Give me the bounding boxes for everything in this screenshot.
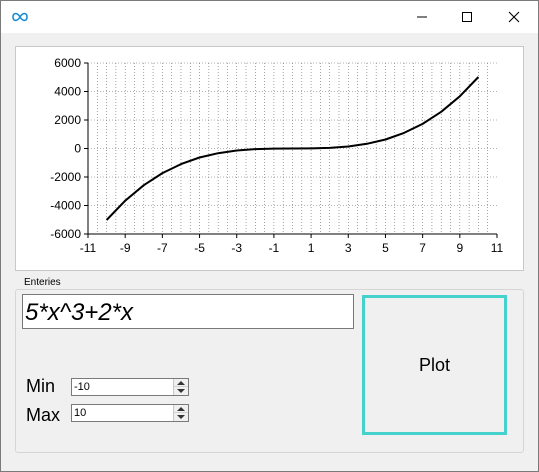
minimize-button[interactable]	[399, 1, 445, 33]
plot-button-label: Plot	[418, 354, 451, 375]
chart-panel: 6000 4000 2000 0 -2000 -4000 -6000 -11 -9 -7 -5 -3-…	[15, 46, 524, 271]
x-tick-label: 1	[308, 241, 315, 255]
minimize-icon	[417, 16, 427, 18]
function-chart: 6000400020000-2000-4000-6000-11 -9 -7 -5 -3-…	[50, 56, 504, 255]
maximize-icon	[462, 12, 472, 22]
max-label: Max	[26, 405, 61, 425]
x-tick-label: -5	[194, 241, 205, 255]
entries-group-label: Enteries	[21, 277, 64, 288]
x-tick-label: -3	[231, 241, 242, 255]
x-tick-label: -1	[269, 241, 280, 255]
y-tick-label: 2000	[54, 113, 81, 127]
close-button[interactable]	[491, 1, 537, 33]
min-up-button[interactable]	[174, 379, 188, 387]
x-tick-label: -7	[157, 241, 168, 255]
min-value[interactable]: -10	[74, 380, 90, 394]
app-window: 6000 4000 2000 0 -2000 -4000 -6000 -11 -9 -7 -5 -3-…	[0, 0, 539, 472]
max-stepper[interactable]: 10	[71, 404, 189, 422]
max-up-button[interactable]	[174, 405, 188, 413]
chevron-up-icon	[177, 381, 185, 385]
min-stepper[interactable]: -10	[71, 378, 189, 396]
y-tick-label: 4000	[54, 85, 81, 99]
y-tick-label: 6000	[54, 56, 81, 70]
formula-input[interactable]: 5*x^3+2*x	[22, 294, 354, 329]
chevron-down-icon	[177, 388, 185, 393]
y-tick-label: -6000	[50, 227, 81, 241]
chevron-up-icon	[177, 407, 185, 411]
min-label: Min	[26, 376, 56, 396]
min-down-button[interactable]	[174, 387, 188, 395]
x-tick-label: 5	[382, 241, 389, 255]
y-tick-label: 0	[74, 142, 81, 156]
chevron-down-icon	[177, 414, 185, 419]
min-stepper-arrows	[173, 379, 188, 395]
x-tick-label: -11	[80, 241, 97, 255]
plot-button[interactable]: Plot	[362, 295, 507, 435]
title-bar[interactable]	[1, 1, 538, 33]
x-tick-label: 7	[419, 241, 426, 255]
infinity-icon	[10, 7, 30, 27]
max-down-button[interactable]	[174, 413, 188, 421]
maximize-button[interactable]	[444, 1, 490, 33]
x-tick-label: 9	[456, 241, 463, 255]
max-value[interactable]: 10	[74, 406, 86, 420]
x-tick-label: 11	[491, 241, 504, 255]
max-stepper-arrows	[173, 405, 188, 421]
y-tick-label: -4000	[50, 199, 81, 213]
x-tick-label: -9	[120, 241, 131, 255]
close-icon	[508, 11, 520, 23]
y-tick-label: -2000	[50, 170, 81, 184]
x-tick-label: 3	[345, 241, 352, 255]
